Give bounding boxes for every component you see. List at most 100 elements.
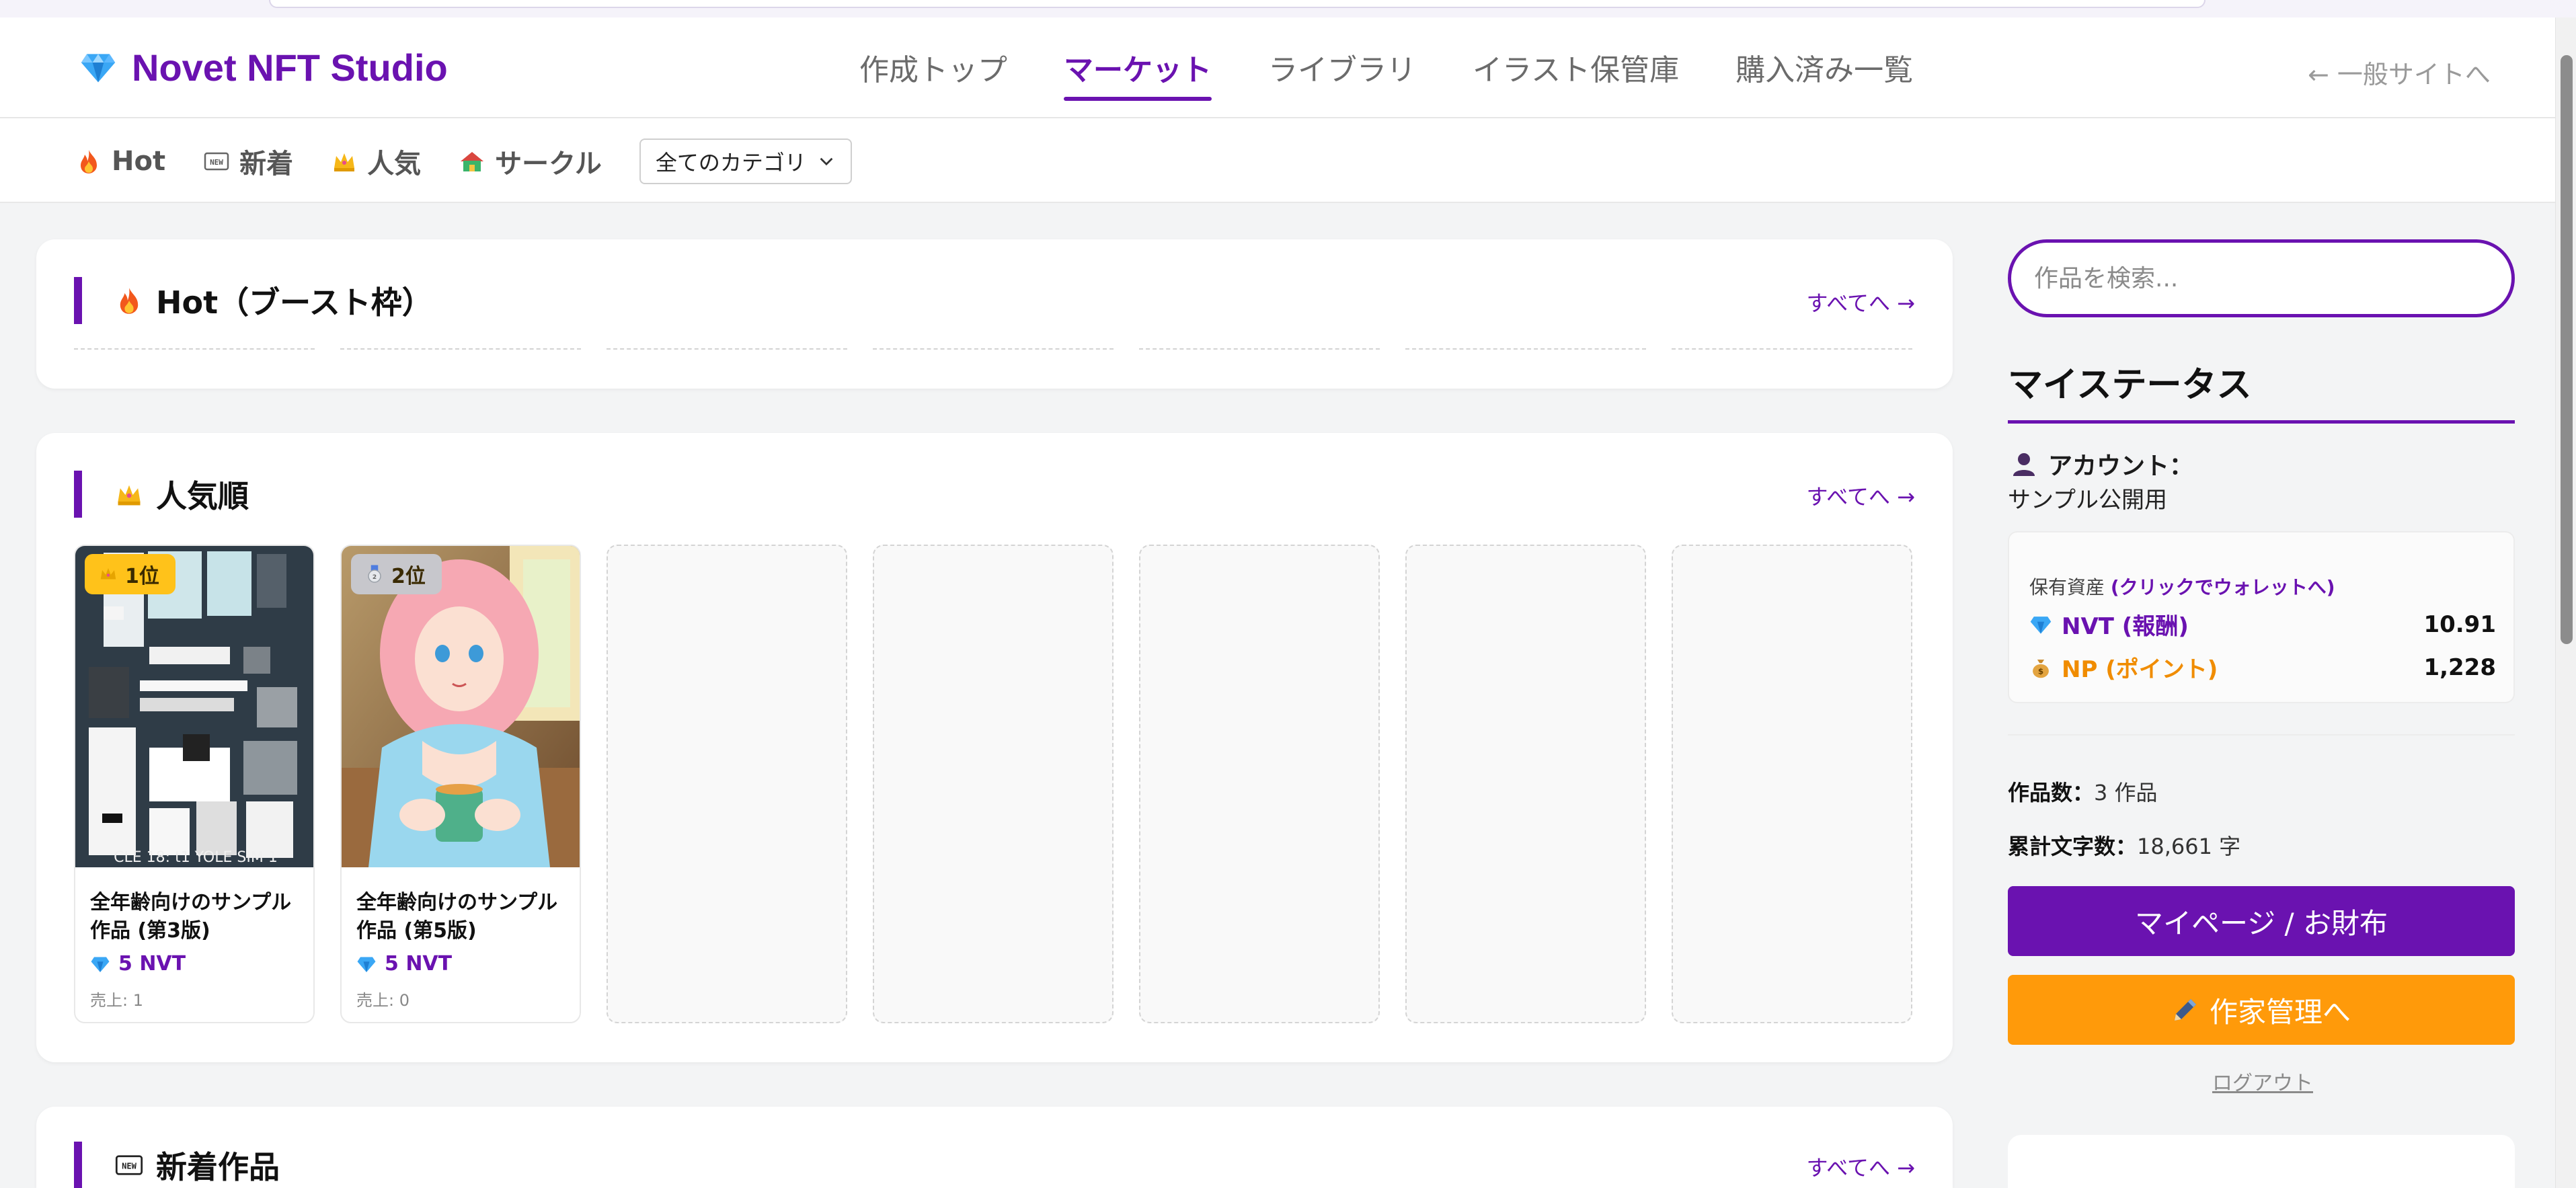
subnav-popular-label: 人気 xyxy=(367,149,422,180)
diamond-icon xyxy=(91,957,110,972)
thumbnail-caption: CLE 18: t1 YOLE SIM 1 xyxy=(114,849,278,866)
total-chars-value: 18,661 字 xyxy=(2137,834,2241,859)
money-bag-icon: $ xyxy=(2033,659,2049,678)
logout-link[interactable]: ログアウト xyxy=(2212,1066,2313,1096)
subnav-circle[interactable]: サークル xyxy=(459,142,602,181)
rank-badge-label: 2位 xyxy=(391,565,426,588)
work-title[interactable]: 全年齢向けのサンプル作品 (第3版) xyxy=(90,889,305,945)
popular-section-title-text: 人気順 xyxy=(156,478,249,514)
browser-omnibar-edge xyxy=(269,0,2206,8)
author-admin-button[interactable]: 作家管理へ xyxy=(2008,975,2515,1045)
hot-see-all-link[interactable]: すべてへ → xyxy=(1807,286,1915,317)
subnav-new[interactable]: NEW 新着 xyxy=(203,142,293,181)
new-section-title: NEW 新着作品 xyxy=(74,1142,280,1188)
chevron-down-icon xyxy=(820,157,833,166)
logo[interactable]: Novet NFT Studio xyxy=(79,44,448,90)
new-icon: NEW xyxy=(115,1155,143,1175)
works-count-value: 3 作品 xyxy=(2094,780,2158,805)
asset-np-amount: 1,228 xyxy=(2423,654,2496,681)
work-price: 5 NVT xyxy=(90,952,186,976)
asset-np-label: NP (ポイント) xyxy=(2062,656,2218,683)
hot-slot xyxy=(1405,348,1646,351)
subnav-circle-label: サークル xyxy=(495,149,602,180)
nav-purchased[interactable]: 購入済み一覧 xyxy=(1735,46,1913,101)
sub-nav: Hot NEW 新着 人気 サークル 全てのカテゴリ xyxy=(0,118,2555,203)
account-label-text: アカウント： xyxy=(2048,452,2194,480)
fire-icon xyxy=(81,150,97,173)
rank-badge: 2 2位 xyxy=(351,554,442,594)
diamond-icon xyxy=(2030,616,2052,634)
empty-work-slot xyxy=(607,545,847,1023)
svg-text:$: $ xyxy=(2038,666,2043,676)
work-card[interactable]: 2 2位 全年齢向けのサンプル作品 (第5版) 5 NVT 売上: 0 xyxy=(340,545,581,1023)
asset-row-np: $ NP (ポイント) 1,228 xyxy=(2029,651,2496,684)
work-title[interactable]: 全年齢向けのサンプル作品 (第5版) xyxy=(356,889,572,945)
subnav-hot-label: Hot xyxy=(112,146,166,177)
new-see-all-link[interactable]: すべてへ → xyxy=(1807,1151,1915,1182)
search-input[interactable] xyxy=(2034,264,2489,292)
diamond-icon xyxy=(357,957,376,972)
rank-badge-label: 1位 xyxy=(125,565,159,588)
svg-text:NEW: NEW xyxy=(210,158,223,167)
works-count: 作品数：3 作品 xyxy=(2008,776,2158,807)
hot-slot xyxy=(1672,348,1912,351)
my-status-heading: マイステータス xyxy=(2008,356,2515,424)
popular-grid: CLE 18: t1 YOLE SIM 1 1位 全年齢向けのサンプル作品 (第… xyxy=(74,545,1912,1023)
mypage-wallet-button[interactable]: マイページ / お財布 xyxy=(2008,886,2515,956)
wallet-link[interactable]: (クリックでウォレットへ) xyxy=(2111,576,2335,598)
diamond-icon xyxy=(81,54,116,83)
hot-slot xyxy=(340,348,581,351)
nav-illust-vault[interactable]: イラスト保管庫 xyxy=(1473,46,1679,101)
empty-work-slot xyxy=(1139,545,1380,1023)
popular-see-all-link[interactable]: すべてへ → xyxy=(1807,480,1915,511)
work-price-value: 5 NVT xyxy=(118,952,186,976)
category-select-value: 全てのカテゴリ xyxy=(655,150,806,175)
browser-top-strip xyxy=(0,0,2576,17)
hot-section-title-text: Hot（ブースト枠） xyxy=(156,284,433,321)
svg-text:NEW: NEW xyxy=(122,1162,137,1171)
hot-section-title: Hot（ブースト枠） xyxy=(74,277,433,324)
nav-market[interactable]: マーケット xyxy=(1064,46,1212,101)
new-icon: NEW xyxy=(204,152,229,171)
assets-label: 保有資産 xyxy=(2029,576,2105,598)
sidebar-bottom-card xyxy=(2008,1135,2515,1188)
total-chars: 累計文字数：18,661 字 xyxy=(2008,830,2240,861)
site-header: Novet NFT Studio 作成トップ マーケット ライブラリ イラスト保… xyxy=(0,17,2555,118)
app-title: Novet NFT Studio xyxy=(132,46,448,89)
author-admin-button-label: 作家管理へ xyxy=(2209,995,2351,1029)
work-price: 5 NVT xyxy=(356,952,452,976)
asset-row-nvt: NVT (報酬) 10.91 xyxy=(2029,608,2496,641)
popular-section: 人気順 すべてへ → CLE 18: t1 YOLE SIM 1 1位 全年齢向… xyxy=(36,433,1953,1062)
hot-slot xyxy=(1139,348,1380,351)
assets-card[interactable]: 保有資産 (クリックでウォレットへ) NVT (報酬) 10.91 $ NP (… xyxy=(2008,531,2515,703)
hot-section: Hot（ブースト枠） すべてへ → xyxy=(36,239,1953,389)
subnav-hot[interactable]: Hot xyxy=(75,146,165,177)
scrollbar-thumb[interactable] xyxy=(2561,55,2573,644)
popular-section-title: 人気順 xyxy=(74,471,249,518)
page-scrollbar[interactable] xyxy=(2555,17,2576,1188)
nav-create-top[interactable]: 作成トップ xyxy=(859,46,1007,101)
sidebar-divider xyxy=(2008,734,2515,736)
subnav-new-label: 新着 xyxy=(239,149,294,180)
asset-nvt-label: NVT (報酬) xyxy=(2062,613,2189,640)
search-field[interactable] xyxy=(2008,239,2515,317)
subnav-popular[interactable]: 人気 xyxy=(331,142,421,181)
works-count-label: 作品数： xyxy=(2008,780,2095,805)
new-section-title-text: 新着作品 xyxy=(156,1149,280,1185)
asset-nvt-amount: 10.91 xyxy=(2423,610,2496,638)
work-card[interactable]: CLE 18: t1 YOLE SIM 1 1位 全年齢向けのサンプル作品 (第… xyxy=(74,545,315,1023)
nav-library[interactable]: ライブラリ xyxy=(1268,46,1416,101)
new-section: NEW 新着作品 すべてへ → xyxy=(36,1107,1953,1188)
crown-icon xyxy=(334,153,355,171)
pen-icon xyxy=(2174,999,2196,1021)
hot-slot xyxy=(873,348,1114,351)
user-icon xyxy=(2013,453,2035,476)
empty-work-slot xyxy=(1405,545,1646,1023)
hot-slot xyxy=(74,348,315,351)
work-sales: 売上: 1 xyxy=(90,991,143,1010)
category-select[interactable]: 全てのカテゴリ xyxy=(639,138,852,184)
back-to-general-site-link[interactable]: ← 一般サイトへ xyxy=(2308,54,2491,91)
house-icon xyxy=(461,152,484,171)
hot-slots xyxy=(74,348,1912,351)
mypage-wallet-button-label: マイページ / お財布 xyxy=(2134,906,2388,940)
